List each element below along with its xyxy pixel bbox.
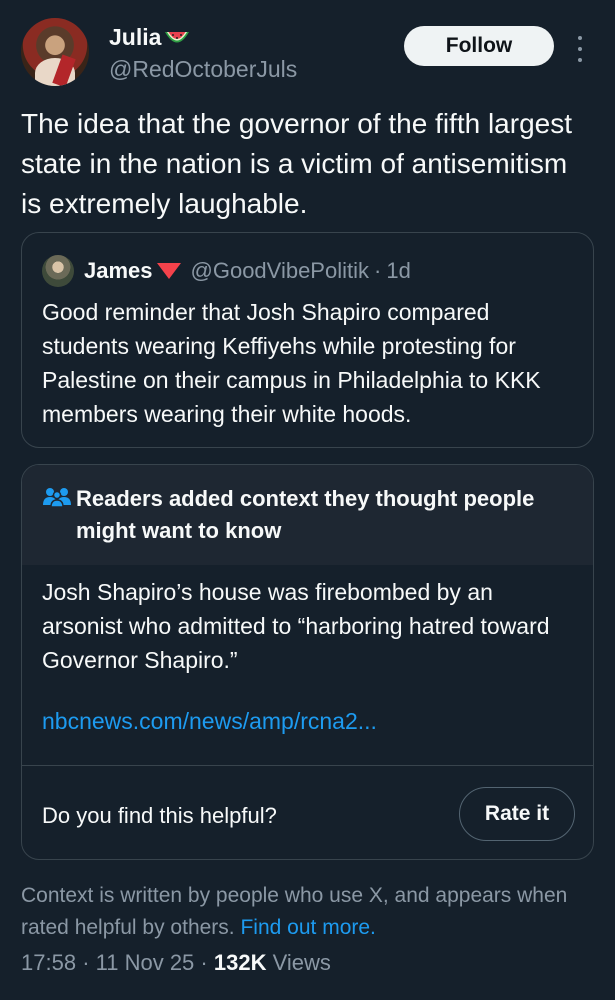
follow-button[interactable]: Follow: [404, 26, 554, 66]
rate-it-button[interactable]: Rate it: [459, 787, 575, 841]
tweet-time[interactable]: 17:58: [21, 950, 76, 975]
tweet-date[interactable]: 11 Nov 25: [96, 950, 195, 975]
divider: [22, 765, 593, 766]
helpful-question: Do you find this helpful?: [42, 803, 277, 828]
avatar[interactable]: [21, 18, 89, 86]
quoted-handle: @GoodVibePolitik: [190, 258, 369, 283]
context-footer: Context is written by people who use X, …: [21, 880, 594, 944]
people-icon: [42, 486, 72, 508]
community-note-title: Readers added context they thought peopl…: [76, 486, 535, 543]
tweet-text: The idea that the governor of the fifth …: [21, 108, 573, 219]
watermelon-icon: [164, 29, 190, 47]
community-note: Readers added context they thought peopl…: [21, 464, 594, 860]
community-note-body: Josh Shapiro’s house was firebombed by a…: [42, 579, 550, 673]
quoted-tweet-header: James @GoodVibePolitik · 1d: [42, 255, 411, 287]
red-triangle-icon: [156, 263, 181, 279]
separator-dot: ·: [200, 950, 208, 975]
views-count[interactable]: 132K: [214, 950, 267, 975]
tweet-meta: 17:58 · 11 Nov 25 · 132K Views: [21, 950, 331, 976]
tweet-header: Julia @RedOctoberJuls Follow: [21, 18, 594, 90]
author-name-row[interactable]: Julia: [109, 24, 190, 51]
community-note-header: Readers added context they thought peopl…: [22, 465, 593, 565]
more-options-icon[interactable]: [573, 36, 587, 62]
separator-dot: ·: [82, 950, 90, 975]
quoted-display-name: James: [84, 258, 153, 283]
quoted-tweet[interactable]: James @GoodVibePolitik · 1d Good reminde…: [21, 232, 594, 448]
separator-dot: ·: [374, 258, 382, 283]
author-display-name[interactable]: Julia: [109, 24, 161, 51]
quoted-avatar: [42, 255, 74, 287]
views-label[interactable]: Views: [273, 950, 331, 975]
quoted-tweet-text: Good reminder that Josh Shapiro compared…: [42, 299, 541, 427]
community-note-source-link[interactable]: nbcnews.com/news/amp/rcna2...: [42, 708, 377, 735]
find-out-more-link[interactable]: Find out more.: [240, 916, 375, 939]
author-handle[interactable]: @RedOctoberJuls: [109, 56, 297, 83]
quoted-timestamp: 1d: [386, 258, 411, 283]
